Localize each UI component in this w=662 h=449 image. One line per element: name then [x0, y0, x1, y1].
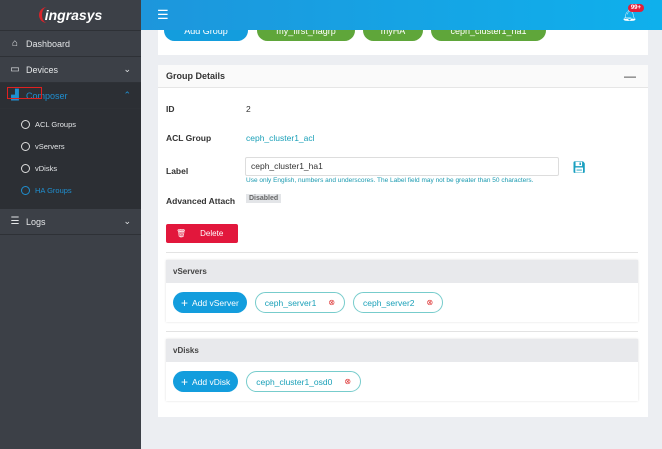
delete-button[interactable]: 🗑︎ Delete	[166, 224, 238, 243]
remove-icon[interactable]: ⊗	[344, 377, 351, 386]
vdisk-chip[interactable]: ceph_cluster1_osd0 ⊗	[246, 371, 362, 392]
sidebar-item-acl-groups[interactable]: ACL Groups	[0, 113, 141, 135]
sidebar-item-composer[interactable]: ▟ Composer ⌃	[0, 83, 141, 109]
monitor-icon: ▭	[10, 64, 20, 75]
sidebar-item-devices[interactable]: ▭ Devices ⌄	[0, 57, 141, 83]
vservers-panel: vServers + Add vServer ceph_server1 ⊗ ceph…	[166, 260, 638, 322]
remove-icon[interactable]: ⊗	[427, 298, 434, 307]
vserver-chip[interactable]: ceph_server2 ⊗	[353, 292, 444, 313]
circle-icon	[21, 163, 30, 173]
trash-icon: 🗑︎	[176, 229, 187, 238]
acl-group-link[interactable]: ceph_cluster1_acl	[246, 133, 315, 143]
circle-icon	[21, 119, 30, 129]
notification-badge: 99+	[627, 4, 644, 12]
sidebar-item-logs[interactable]: ☰ Logs ⌄	[0, 209, 141, 235]
chevron-up-icon: ⌃	[123, 90, 131, 100]
sidebar-item-vdisks[interactable]: vDisks	[0, 157, 141, 179]
divider	[166, 252, 638, 253]
sidebar-item-dashboard[interactable]: ⌂ Dashboard	[0, 31, 141, 57]
circle-icon	[21, 141, 30, 151]
chevron-down-icon: ⌄	[123, 64, 131, 74]
vserver-chip[interactable]: ceph_server1 ⊗	[254, 292, 346, 313]
add-vdisk-button[interactable]: + Add vDisk	[173, 371, 239, 392]
highlight-box	[7, 87, 42, 99]
remove-icon[interactable]: ⊗	[328, 298, 335, 307]
plus-icon: +	[181, 295, 189, 310]
vservers-title: vServers	[166, 260, 638, 283]
group-details-card: Group Details — ID 2 ACL Group ceph_clust…	[158, 65, 648, 417]
chevron-down-icon: ⌄	[123, 216, 131, 226]
vdisks-panel: vDisks + Add vDisk ceph_cluster1_osd0 ⊗	[166, 339, 638, 401]
acl-group-label: ACL Group	[166, 133, 212, 143]
label-hint: Use only English, numbers and underscore…	[246, 177, 534, 184]
advanced-attach-label: Advanced Attach	[166, 196, 236, 206]
save-icon[interactable]: 💾︎	[572, 161, 586, 174]
collapse-icon[interactable]: —	[624, 69, 636, 83]
topbar: ☰ 🔔︎ 99+	[141, 0, 662, 30]
sidebar-item-vservers[interactable]: vServers	[0, 135, 141, 157]
composer-submenu: ACL Groups vServers vDisks HA Groups	[0, 109, 141, 209]
label-input[interactable]: ceph_cluster1_ha1	[245, 157, 559, 176]
sidebar-item-ha-groups[interactable]: HA Groups	[0, 179, 141, 201]
id-value: 2	[246, 104, 251, 114]
id-label: ID	[166, 104, 175, 114]
menu-icon[interactable]: ☰	[157, 8, 169, 21]
home-icon: ⌂	[11, 38, 19, 49]
add-vserver-button[interactable]: + Add vServer	[173, 292, 247, 313]
label-label: Label	[166, 166, 189, 176]
plus-icon: +	[181, 374, 189, 389]
divider	[166, 331, 638, 332]
list-icon: ☰	[10, 216, 20, 227]
card-header: Group Details —	[158, 65, 648, 88]
circle-icon	[21, 185, 30, 195]
sidebar: ingrasys ⌂ Dashboard ▭ Devices ⌄ ▟ Composer ⌃…	[0, 0, 141, 449]
vdisks-title: vDisks	[166, 339, 638, 362]
logo[interactable]: ingrasys	[0, 0, 141, 31]
advanced-attach-badge: Disabled	[246, 194, 282, 203]
